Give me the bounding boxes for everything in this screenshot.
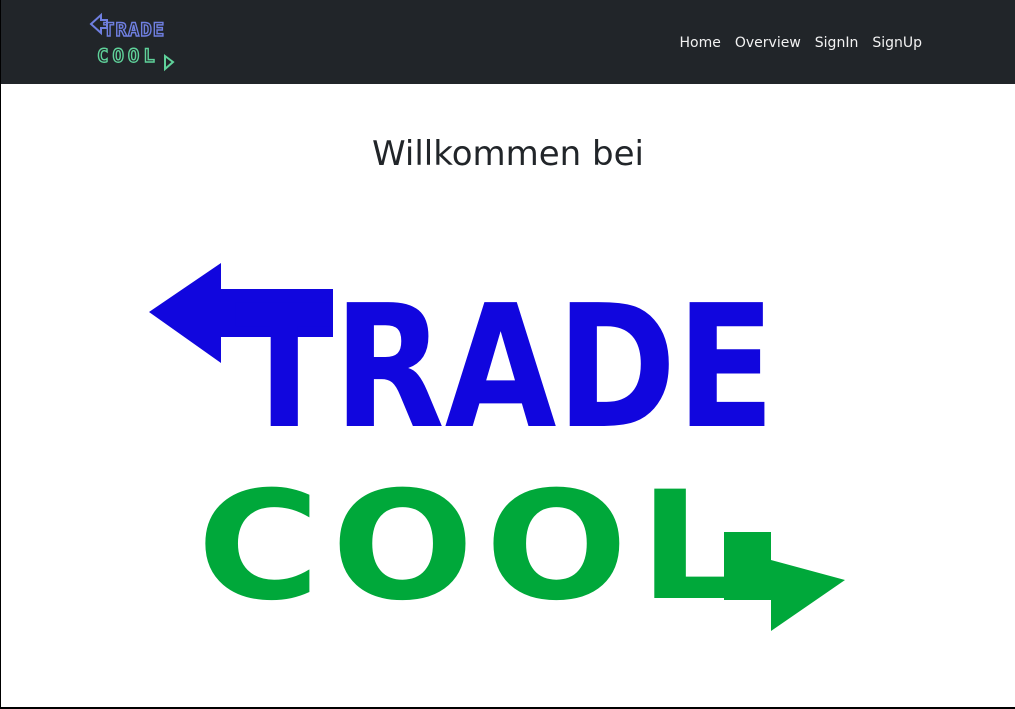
brand-logo[interactable]: TRADE COOL	[89, 12, 181, 72]
hero-logo-cool: COOL	[197, 460, 757, 634]
hero-logo: TRADE COOL	[149, 263, 845, 634]
brand-logo-text-bottom: COOL	[97, 45, 159, 67]
nav-link-signup[interactable]: SignUp	[872, 33, 922, 53]
hero-logo-trade: TRADE	[235, 269, 775, 467]
nav-link-signin[interactable]: SignIn	[815, 33, 859, 53]
nav-links: Home Overview SignIn SignUp	[680, 33, 922, 53]
top-navbar: TRADE COOL Home Overview SignIn SignUp	[1, 0, 1015, 84]
nav-link-home[interactable]: Home	[680, 33, 721, 53]
welcome-heading: Willkommen bei	[372, 134, 644, 174]
app-window: TRADE COOL Home Overview SignIn SignUp W…	[0, 0, 1015, 709]
nav-link-overview[interactable]: Overview	[735, 33, 801, 53]
brand-logo-text-top: TRADE	[103, 19, 165, 41]
